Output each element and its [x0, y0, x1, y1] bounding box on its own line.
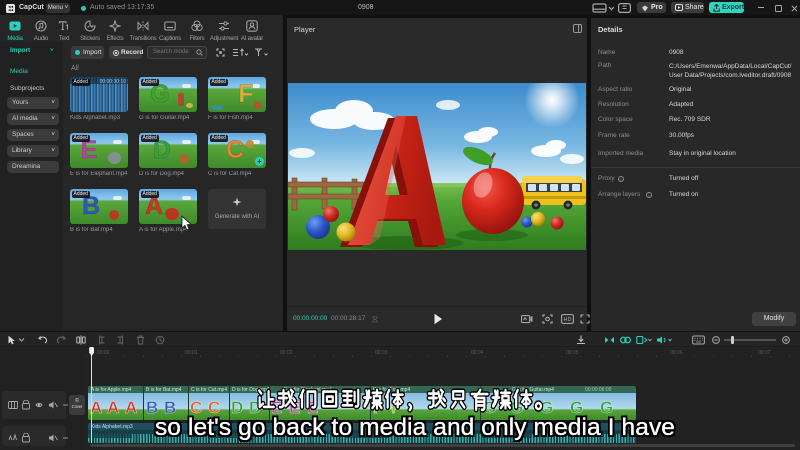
svg-text:HD: HD	[564, 317, 572, 323]
